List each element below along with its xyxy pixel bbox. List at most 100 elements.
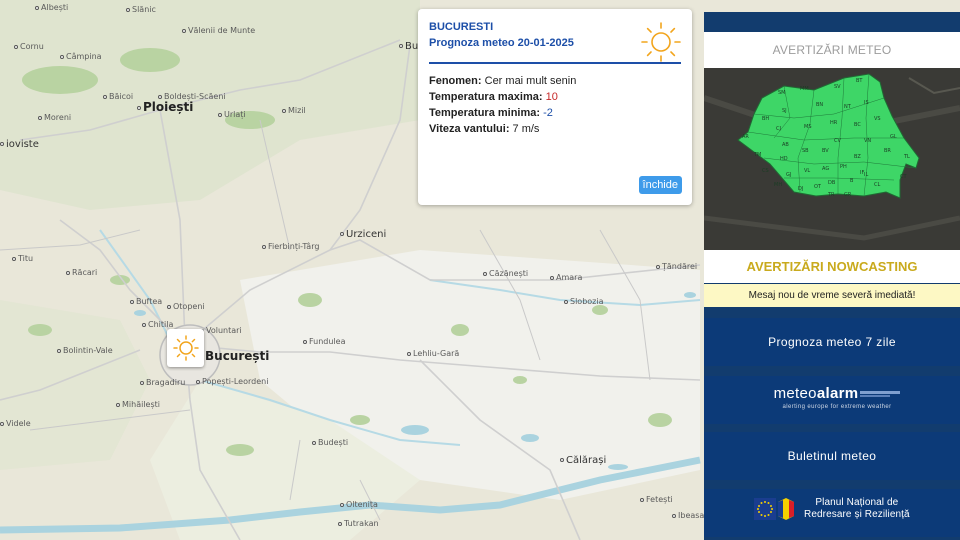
- map-place-name: Câmpina: [66, 52, 102, 61]
- county-label[interactable]: GR: [844, 192, 852, 198]
- county-label[interactable]: HD: [780, 156, 788, 162]
- map-place-label: Mizil: [282, 106, 306, 115]
- county-label[interactable]: BT: [856, 78, 863, 84]
- map-place-name: Băicoi: [109, 92, 134, 101]
- map-place-dot: [0, 421, 4, 426]
- pnrr-link[interactable]: Planul Național de Redresare și Rezilien…: [704, 489, 960, 537]
- map-place-label: Urziceni: [340, 229, 386, 240]
- map-place-label: Băicoi: [103, 92, 133, 101]
- county-label[interactable]: BZ: [854, 154, 861, 160]
- map-place-label: Slobozia: [564, 297, 604, 306]
- nowcasting-title[interactable]: AVERTIZĂRI NOWCASTING: [704, 250, 960, 283]
- map-place-label: Albești: [35, 3, 68, 12]
- county-label[interactable]: IF: [860, 170, 864, 176]
- meteoalarm-logo-prefix: meteo: [773, 385, 817, 402]
- map-place-name: Slănic: [132, 5, 156, 14]
- map-place-dot: [60, 54, 64, 59]
- county-label[interactable]: SV: [834, 84, 841, 90]
- county-label[interactable]: DJ: [798, 186, 803, 192]
- county-label[interactable]: GJ: [786, 172, 791, 178]
- map-place-dot: [196, 379, 200, 384]
- county-label[interactable]: CS: [762, 168, 769, 174]
- county-label[interactable]: MH: [774, 182, 782, 188]
- county-label[interactable]: DB: [828, 180, 836, 186]
- map-place-dot: [38, 115, 42, 120]
- map-place-dot: [338, 521, 342, 526]
- meteoalarm-logo-suffix: alarm: [816, 385, 859, 402]
- county-label[interactable]: SM: [778, 90, 786, 96]
- county-label[interactable]: VS: [874, 116, 881, 122]
- county-label[interactable]: BR: [884, 148, 891, 154]
- close-popup-button[interactable]: închide: [638, 176, 682, 194]
- county-label[interactable]: GL: [890, 134, 897, 140]
- alerts-title[interactable]: AVERTIZĂRI METEO: [704, 32, 960, 68]
- map-place-dot: [640, 497, 644, 502]
- map-weather-marker[interactable]: [167, 329, 204, 367]
- map-place-dot: [282, 108, 286, 113]
- county-label[interactable]: OT: [814, 184, 822, 190]
- map-place-label: Țăndărei: [656, 262, 697, 271]
- county-label[interactable]: CT: [900, 174, 907, 180]
- map-place-dot: [66, 270, 70, 275]
- county-label[interactable]: VN: [864, 138, 871, 144]
- map-place-label: Urlați: [218, 110, 246, 119]
- county-label[interactable]: B: [850, 178, 854, 184]
- county-label[interactable]: CV: [834, 138, 841, 144]
- map-place-name: Răcari: [72, 268, 98, 277]
- popup-detail-value: -2: [540, 107, 553, 119]
- county-label[interactable]: AB: [782, 142, 789, 148]
- map-place-dot: [167, 304, 171, 309]
- map-place-dot: [656, 264, 660, 269]
- popup-detail-row: Viteza vantului: 7 m/s: [429, 121, 681, 137]
- map-place-label: Fetești: [640, 495, 673, 504]
- county-label[interactable]: MS: [804, 124, 812, 130]
- county-label[interactable]: AR: [742, 134, 749, 140]
- county-label[interactable]: NT: [844, 104, 852, 110]
- map-place-label: Mihăilești: [116, 400, 160, 409]
- forecast-7-days-button[interactable]: Prognoza meteo 7 zile: [704, 318, 960, 366]
- county-label[interactable]: TM: [753, 152, 761, 158]
- county-label[interactable]: MM: [800, 86, 809, 92]
- meteoalarm-tagline: alerting europe for extreme weather: [782, 404, 892, 410]
- meteoalarm-logo: meteoalarm alerting europe for extreme w…: [762, 386, 912, 412]
- county-label[interactable]: HR: [830, 120, 838, 126]
- nowcasting-message[interactable]: Mesaj nou de vreme severă imediată!: [704, 284, 960, 307]
- map-place-dot: [137, 105, 141, 110]
- map-place-dot: [126, 7, 130, 12]
- map-place-dot: [103, 94, 107, 99]
- map-place-name: Urziceni: [346, 229, 387, 240]
- county-label[interactable]: SB: [802, 148, 809, 154]
- map-place-name: Fundulea: [309, 337, 346, 346]
- weather-bulletin-button[interactable]: Buletinul meteo: [704, 432, 960, 480]
- county-label[interactable]: CL: [874, 182, 880, 188]
- county-label[interactable]: AG: [822, 166, 829, 172]
- map-place-dot: [303, 339, 307, 344]
- county-label[interactable]: TL: [903, 154, 910, 160]
- county-label[interactable]: TR: [827, 192, 835, 198]
- map-place-label: Buftea: [130, 297, 162, 306]
- popup-detail-row: Fenomen: Cer mai mult senin: [429, 73, 681, 89]
- map-place-name: Chitila: [148, 320, 174, 329]
- county-label[interactable]: BC: [854, 122, 861, 128]
- pnrr-line-1: Planul Național de: [815, 497, 899, 508]
- county-label[interactable]: PH: [840, 164, 847, 170]
- county-label[interactable]: SJ: [782, 108, 787, 114]
- map-place-name: Căzănești: [489, 269, 529, 278]
- county-label[interactable]: BN: [816, 102, 823, 108]
- map-place-label: Budești: [312, 438, 348, 447]
- map-place-name: București: [205, 349, 270, 363]
- county-label[interactable]: VL: [804, 168, 810, 174]
- county-label[interactable]: BV: [822, 148, 829, 154]
- meteoalarm-link[interactable]: meteoalarm alerting europe for extreme w…: [704, 376, 960, 424]
- county-label[interactable]: IL: [864, 172, 868, 178]
- county-label[interactable]: CJ: [776, 126, 781, 132]
- map-place-label: Bragadiru: [140, 378, 185, 387]
- romania-alert-map[interactable]: SM MM SV BT BH SJ BN NT IS CJ MS HR BC VS AR AB CV VN GL TM…: [704, 68, 960, 250]
- map-place-name: Buftea: [136, 297, 163, 306]
- map-place-dot: [399, 44, 403, 48]
- county-label[interactable]: BH: [762, 116, 769, 122]
- map-place-dot: [130, 299, 134, 304]
- map-place-dot: [12, 256, 16, 261]
- county-label[interactable]: IS: [864, 100, 869, 106]
- pnrr-text: Planul Național de Redresare și Rezilien…: [804, 497, 910, 521]
